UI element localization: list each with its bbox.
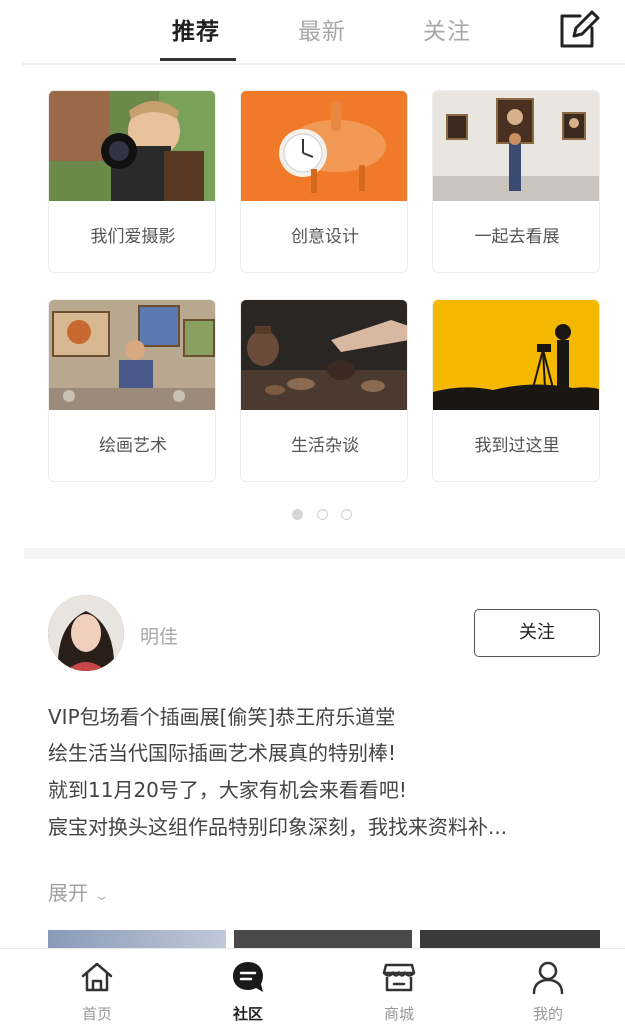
photography-image xyxy=(49,91,215,201)
nav-label: 社区 xyxy=(232,1005,263,1023)
bottom-nav: 首页 社区 商城 我的 xyxy=(0,948,625,1031)
top-tab-bar: 推荐 最新 关注 xyxy=(0,0,625,64)
category-label: 我到过这里 xyxy=(474,436,560,456)
category-card-travel[interactable]: 我到过这里 xyxy=(432,299,600,482)
store-icon xyxy=(382,963,416,992)
active-tab-indicator xyxy=(160,58,236,61)
exhibition-image xyxy=(433,91,599,201)
category-card-painting[interactable]: 绘画艺术 xyxy=(48,299,216,482)
tab-following[interactable]: 关注 xyxy=(423,12,471,46)
page-dot[interactable] xyxy=(317,509,328,520)
avatar[interactable] xyxy=(48,595,124,671)
expand-label: 展开 xyxy=(48,881,88,905)
category-label: 绘画艺术 xyxy=(99,436,167,456)
post-text-line: 绘生活当代国际插画艺术展真的特别棒! xyxy=(48,741,397,765)
nav-home[interactable]: 首页 xyxy=(52,957,142,1029)
painting-image xyxy=(49,300,215,410)
travel-silhouette-image xyxy=(433,300,599,410)
tab-recommend[interactable]: 推荐 xyxy=(172,12,220,46)
category-label: 我们爱摄影 xyxy=(90,227,176,247)
post-text-line: 宸宝对换头这组作品特别印象深刻，我找来资料补... xyxy=(48,815,508,839)
category-card-exhibition[interactable]: 一起去看展 xyxy=(432,90,600,273)
nav-me[interactable]: 我的 xyxy=(503,957,593,1029)
category-label: 创意设计 xyxy=(291,227,359,247)
compose-icon xyxy=(560,10,600,48)
category-card-life[interactable]: 生活杂谈 xyxy=(240,299,408,482)
top-divider xyxy=(22,63,625,65)
category-card-design[interactable]: 创意设计 xyxy=(240,90,408,273)
nav-label: 商城 xyxy=(383,1005,414,1023)
nav-community[interactable]: 社区 xyxy=(203,957,293,1029)
category-label: 生活杂谈 xyxy=(291,436,359,456)
nav-label: 我的 xyxy=(532,1005,563,1023)
post-text-line: 就到11月20号了，大家有机会来看看吧! xyxy=(48,778,407,802)
username[interactable]: 明佳 xyxy=(140,622,178,649)
person-icon xyxy=(532,961,564,995)
category-card-photography[interactable]: 我们爱摄影 xyxy=(48,90,216,273)
nav-store[interactable]: 商城 xyxy=(354,957,444,1029)
category-label: 一起去看展 xyxy=(474,227,560,247)
compose-button[interactable] xyxy=(556,6,600,50)
follow-button[interactable]: 关注 xyxy=(474,609,600,657)
tea-life-image xyxy=(241,300,407,410)
expand-button[interactable]: 展开 ⌄ xyxy=(48,877,111,906)
section-divider xyxy=(24,548,625,559)
chevron-down-icon: ⌄ xyxy=(93,888,111,904)
nav-label: 首页 xyxy=(81,1005,112,1023)
tab-latest[interactable]: 最新 xyxy=(298,12,346,46)
design-image xyxy=(241,91,407,201)
page-dot-active[interactable] xyxy=(292,509,303,520)
home-icon xyxy=(81,962,113,992)
chat-bubble-icon xyxy=(233,962,263,992)
post-text-line: VIP包场看个插画展[偷笑]恭王府乐道堂 xyxy=(48,705,396,729)
page-dot[interactable] xyxy=(341,509,352,520)
